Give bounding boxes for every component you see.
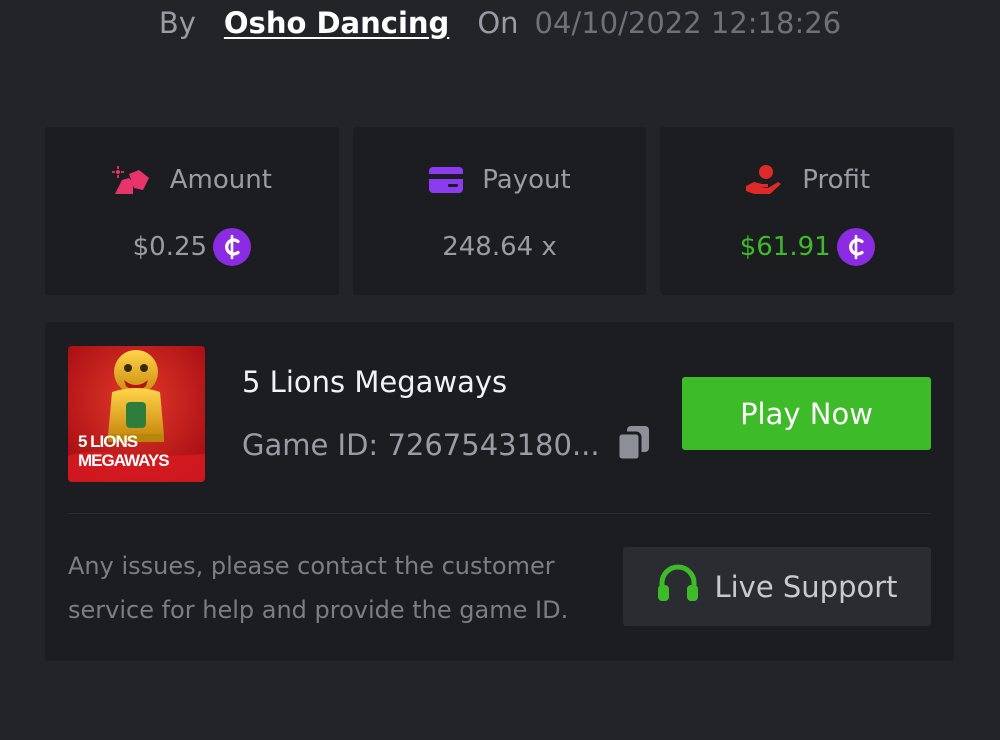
game-card: 5 LIONS MEGAWAYS 5 Lions Megaways Game I… — [45, 322, 954, 661]
stat-profit-value-row: $61.91 — [740, 227, 875, 267]
game-id-text: Game ID: 7267543180... — [242, 428, 600, 462]
divider — [68, 513, 931, 514]
stat-payout-value: 248.64 x — [442, 232, 557, 262]
stat-profit-value: $61.91 — [739, 232, 831, 262]
play-now-button[interactable]: Play Now — [682, 377, 931, 450]
game-id-value: 7267543180... — [387, 428, 600, 462]
live-support-button[interactable]: Live Support — [623, 547, 931, 626]
game-id-row: Game ID: 7267543180... — [242, 424, 652, 466]
game-title: 5 Lions Megaways — [242, 365, 508, 399]
copy-icon[interactable] — [616, 424, 652, 466]
thumbnail-logo-line2: MEGAWAYS — [78, 451, 170, 470]
stat-profit-header: Profit — [744, 163, 870, 197]
stat-payout-value-row: 248.64 x — [442, 227, 557, 267]
bet-datetime: 04/10/2022 12:18:26 — [534, 6, 842, 40]
by-label: By — [158, 6, 196, 40]
stat-payout-header: Payout — [428, 163, 571, 197]
bet-byline: By Osho Dancing On 04/10/2022 12:18:26 — [0, 0, 1000, 46]
stat-amount-value-row: $0.25 — [132, 227, 252, 267]
game-thumbnail[interactable]: 5 LIONS MEGAWAYS — [68, 346, 205, 482]
stat-amount-value: $0.25 — [132, 232, 208, 262]
live-support-label: Live Support — [714, 569, 898, 604]
card-icon — [428, 166, 464, 194]
thumbnail-logo: 5 LIONS MEGAWAYS — [78, 432, 170, 470]
help-text: Any issues, please contact the customer … — [68, 552, 569, 624]
bet-stats: Amount $0.25 Payout 248.64 x Profit $61.… — [45, 127, 955, 295]
stat-payout-label: Payout — [482, 165, 571, 195]
game-id-label: Game ID: — [242, 428, 379, 462]
thumbnail-logo-line1: 5 LIONS — [78, 432, 138, 451]
author-link[interactable]: Osho Dancing — [224, 6, 449, 40]
stat-amount: Amount $0.25 — [45, 127, 339, 295]
stat-profit: Profit $61.91 — [660, 127, 955, 295]
coin-icon — [213, 228, 252, 266]
bet-amount-icon — [111, 164, 152, 196]
hand-profit-icon — [744, 164, 784, 196]
stat-amount-header: Amount — [111, 163, 272, 197]
coin-icon — [836, 228, 875, 266]
stat-amount-label: Amount — [169, 165, 272, 195]
on-label: On — [477, 6, 519, 40]
headset-icon — [656, 563, 700, 610]
stat-profit-label: Profit — [802, 165, 871, 195]
stat-payout: Payout 248.64 x — [352, 127, 647, 295]
